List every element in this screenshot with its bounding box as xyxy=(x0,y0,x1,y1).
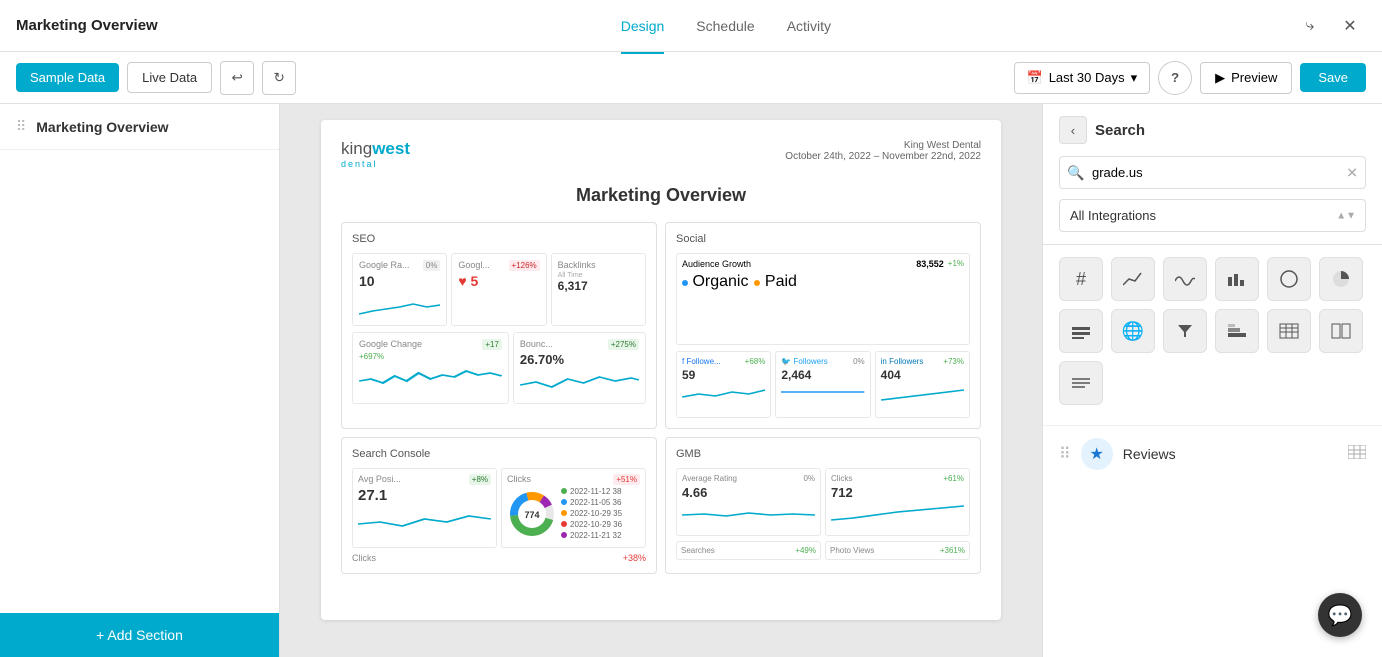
close-button[interactable]: ✕ xyxy=(1334,10,1366,42)
reviews-section: ⠿ ★ Reviews xyxy=(1043,426,1382,482)
date-range-button[interactable]: 📅 Last 30 Days ▾ xyxy=(1014,62,1151,94)
brand-logo: kingwest dental xyxy=(341,140,410,169)
gmb-clicks-metric: Clicks +61% 712 xyxy=(825,468,970,536)
social-section: Social Audience Growth 83,552 +1% Organi… xyxy=(665,222,981,429)
back-icon: ‹ xyxy=(1071,123,1075,138)
add-section-button[interactable]: + Add Section xyxy=(0,613,279,657)
wave-widget-icon[interactable] xyxy=(1163,257,1207,301)
chat-button[interactable]: 💬 xyxy=(1318,593,1362,637)
back-button[interactable]: ‹ xyxy=(1059,116,1087,144)
app-title: Marketing Overview xyxy=(16,17,158,34)
stacked-bar-widget-icon[interactable] xyxy=(1215,309,1259,353)
undo-icon: ↩ xyxy=(231,70,242,86)
nav-design[interactable]: Design xyxy=(621,14,665,38)
calendar-icon: 📅 xyxy=(1027,70,1043,86)
redo-button[interactable]: ↻ xyxy=(262,61,296,95)
columns-widget-icon[interactable] xyxy=(1319,309,1363,353)
share-button[interactable]: ⤷ xyxy=(1294,10,1326,42)
undo-button[interactable]: ↩ xyxy=(220,61,254,95)
date-range-label: Last 30 Days xyxy=(1049,70,1125,85)
integrations-select[interactable]: All Integrations xyxy=(1059,199,1366,232)
backlinks-metric: Backlinks All Time 6,317 xyxy=(551,253,646,326)
play-icon: ▶ xyxy=(1215,70,1225,86)
seo-section: SEO Google Ra... 0% 10 xyxy=(341,222,657,429)
google-rank-metric: Google Ra... 0% 10 xyxy=(352,253,447,326)
reviews-table-icon[interactable] xyxy=(1348,445,1366,464)
line-chart-widget-icon[interactable] xyxy=(1111,257,1155,301)
search-console-section: Search Console Avg Posi... +8% 27.1 xyxy=(341,437,657,574)
clear-search-icon[interactable]: ✕ xyxy=(1346,164,1358,181)
gmb-section: GMB Average Rating 0% 4.66 xyxy=(665,437,981,574)
search-input[interactable] xyxy=(1059,156,1366,189)
search-panel-title: Search xyxy=(1095,122,1145,139)
circle-widget-icon[interactable] xyxy=(1267,257,1311,301)
column-chart-widget-icon[interactable] xyxy=(1059,309,1103,353)
li-followers-metric: in Followers +73% 404 xyxy=(875,351,970,418)
reviews-label: Reviews xyxy=(1123,446,1338,462)
report-meta: King West Dental October 24th, 2022 – No… xyxy=(785,140,981,162)
help-button[interactable]: ? xyxy=(1158,61,1192,95)
google-ads-metric: Googl... +126% ♥ 5 xyxy=(451,253,546,326)
reviews-drag-handle: ⠿ xyxy=(1059,444,1071,464)
preview-button[interactable]: ▶ Preview xyxy=(1200,62,1292,94)
clicks-donut-metric: Clicks +51% xyxy=(501,468,646,548)
search-icon: 🔍 xyxy=(1067,164,1084,181)
bar-chart-widget-icon[interactable] xyxy=(1215,257,1259,301)
save-button[interactable]: Save xyxy=(1300,63,1366,92)
pie-chart-widget-icon[interactable] xyxy=(1319,257,1363,301)
hashtag-widget-icon[interactable]: # xyxy=(1059,257,1103,301)
help-icon: ? xyxy=(1171,70,1179,85)
drag-handle-icon: ⠿ xyxy=(16,118,26,135)
report-title: Marketing Overview xyxy=(341,185,981,206)
sample-data-button[interactable]: Sample Data xyxy=(16,63,119,92)
avg-position-metric: Avg Posi... +8% 27.1 xyxy=(352,468,497,548)
globe-widget-icon[interactable]: 🌐 xyxy=(1111,309,1155,353)
chevron-down-icon: ▾ xyxy=(1131,70,1138,86)
avg-rating-metric: Average Rating 0% 4.66 xyxy=(676,468,821,536)
chat-icon: 💬 xyxy=(1328,603,1353,628)
nav-schedule[interactable]: Schedule xyxy=(696,14,754,38)
reviews-icon: ★ xyxy=(1081,438,1113,470)
preview-label: Preview xyxy=(1231,70,1277,85)
tw-followers-metric: 🐦 Followers 0% 2,464 xyxy=(775,351,870,418)
bounce-rate-metric: Bounc... +275% 26.70% xyxy=(513,332,646,404)
google-change-metric: Google Change +17 +697% xyxy=(352,332,509,404)
share-icon: ⤷ xyxy=(1306,17,1315,35)
table-widget-icon[interactable] xyxy=(1267,309,1311,353)
nav-activity[interactable]: Activity xyxy=(787,14,831,38)
close-icon: ✕ xyxy=(1343,16,1356,36)
list-widget-icon[interactable] xyxy=(1059,361,1103,405)
sidebar-section-title: Marketing Overview xyxy=(36,119,168,135)
redo-icon: ↻ xyxy=(273,70,284,86)
live-data-button[interactable]: Live Data xyxy=(127,62,212,93)
filter-widget-icon[interactable] xyxy=(1163,309,1207,353)
svg-text:774: 774 xyxy=(524,510,539,520)
fb-followers-metric: f Followe... +68% 59 xyxy=(676,351,771,418)
